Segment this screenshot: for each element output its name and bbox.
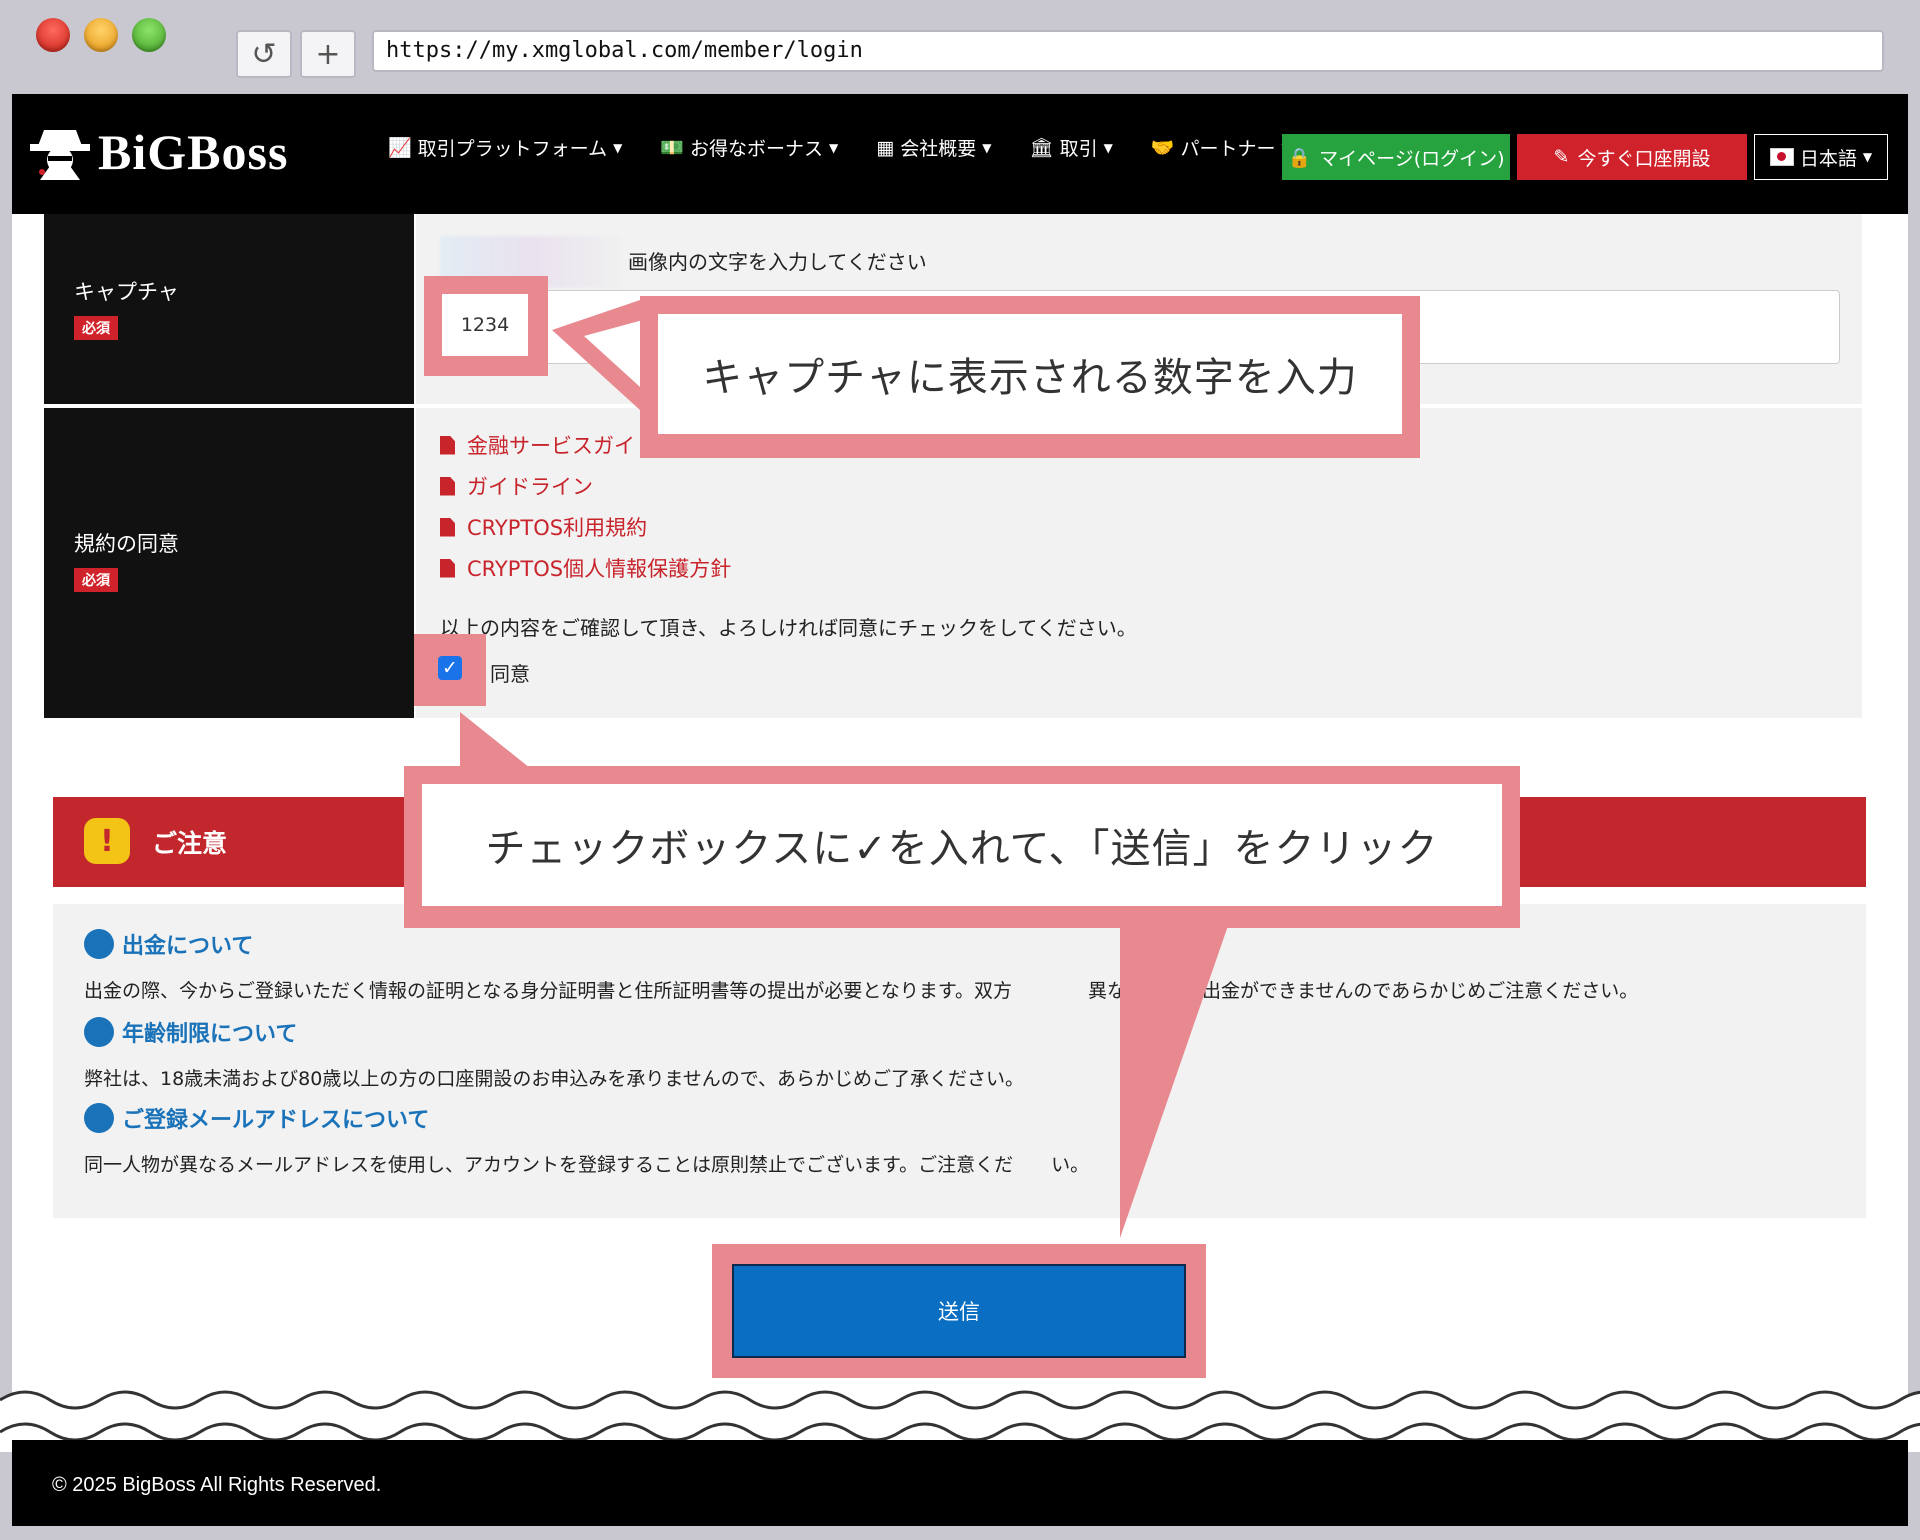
callout-checkbox-text: チェックボックスに✓を入れて、「送信」をクリック — [422, 784, 1502, 906]
browser-window: ↺ + https://my.xmglobal.com/member/login… — [0, 0, 1920, 1540]
callout-checkbox-pointer-bottom — [1120, 920, 1230, 1238]
callout-captcha: キャプチャに表示される数字を入力 — [640, 296, 1420, 458]
callout-captcha-text: キャプチャに表示される数字を入力 — [658, 314, 1402, 434]
copyright-text: © 2025 BigBoss All Rights Reserved. — [52, 1474, 382, 1496]
callout-checkbox: チェックボックスに✓を入れて、「送信」をクリック — [404, 766, 1520, 928]
site-footer: © 2025 BigBoss All Rights Reserved. — [12, 1440, 1908, 1526]
callout-checkbox-pointer-top — [460, 712, 530, 768]
